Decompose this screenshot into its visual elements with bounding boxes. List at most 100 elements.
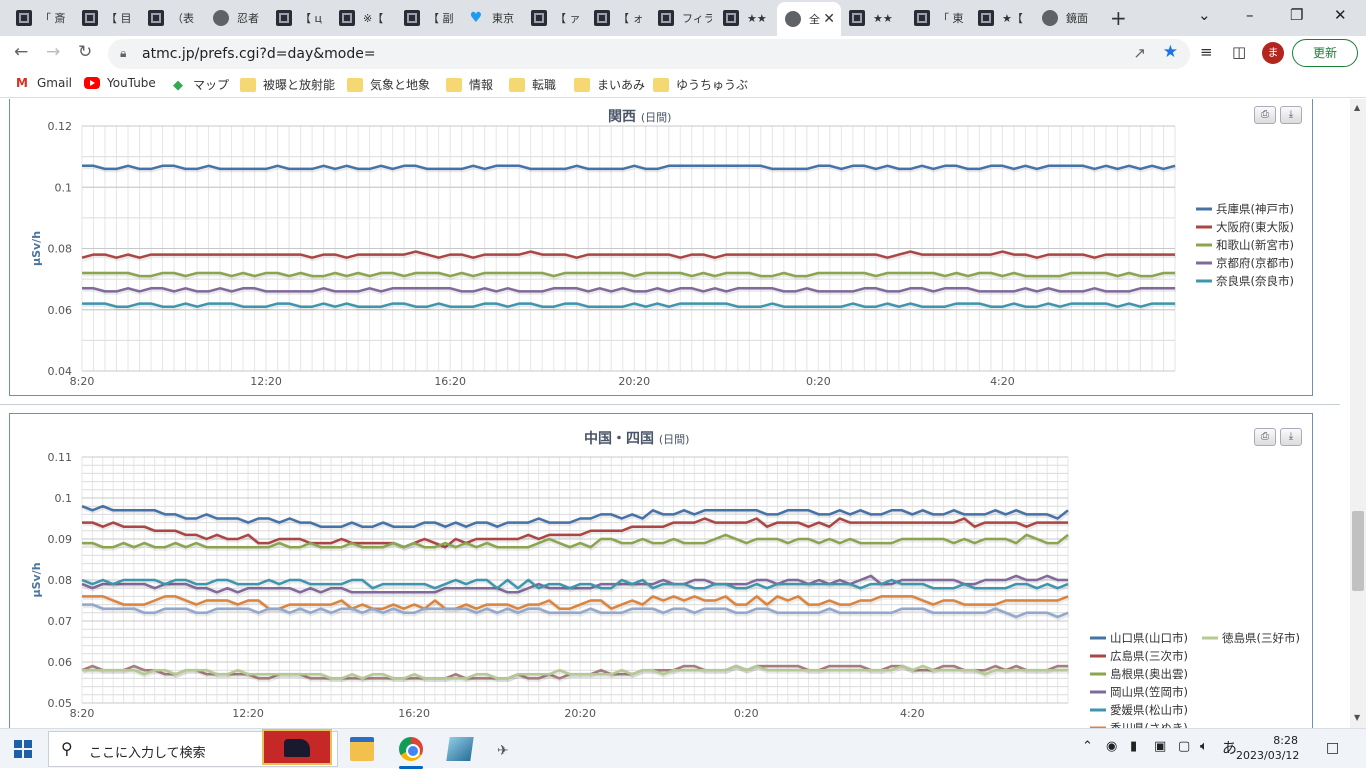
app-favicon-icon xyxy=(978,10,994,26)
legend-item[interactable]: 徳島県(三好市) xyxy=(1222,631,1300,645)
side-panel-icon[interactable]: ◫ xyxy=(1232,43,1246,61)
bookmark-item[interactable]: 被曝と放射能 xyxy=(240,76,335,93)
update-button[interactable]: 更新 xyxy=(1292,39,1358,67)
browser-tab[interactable]: 【 ァ xyxy=(523,4,585,32)
legend-item[interactable]: 奈良県(奈良市) xyxy=(1216,274,1294,288)
battery-icon[interactable]: ▮ xyxy=(1130,739,1137,754)
app-favicon-icon xyxy=(531,10,547,26)
bookmark-item[interactable]: 気象と地象 xyxy=(347,76,430,93)
y-tick-label: 0.11 xyxy=(48,451,73,464)
forward-arrow-icon[interactable]: → xyxy=(46,42,60,62)
scroll-down-arrow-icon[interactable]: ▼ xyxy=(1354,713,1360,722)
piano-app-icon[interactable] xyxy=(262,729,332,765)
show-hidden-icons-chevron-icon[interactable]: ⌃ xyxy=(1082,739,1093,754)
network-icon[interactable]: ▣ xyxy=(1154,739,1166,754)
browser-tab[interactable]: フィラ xyxy=(650,4,712,32)
bookmark-item[interactable]: 情報 xyxy=(446,76,493,93)
browser-tab[interactable]: 【 ォ xyxy=(586,4,648,32)
bookmark-label: Gmail xyxy=(37,76,73,90)
browser-tab[interactable]: 【 ц xyxy=(268,4,330,32)
browser-tab-label: 東京 xyxy=(492,12,514,25)
bookmark-item[interactable]: まいあみ xyxy=(574,76,645,93)
taskbar-clock[interactable]: 8:28 2023/03/12 xyxy=(1236,733,1299,763)
address-bar[interactable]: 🔒︎ atmc.jp/prefs.cgi?d=day&mode= ↗ ★ xyxy=(108,39,1190,69)
x-tick-label: 12:20 xyxy=(250,375,282,388)
app-favicon-icon xyxy=(404,10,420,26)
series-line[interactable] xyxy=(82,164,1176,171)
meet-now-icon[interactable]: ◉ xyxy=(1106,739,1117,754)
bookmark-label: まいあみ xyxy=(597,78,646,92)
scrollbar-thumb[interactable] xyxy=(1352,511,1364,591)
legend-item[interactable]: 山口県(山口市) xyxy=(1110,631,1188,645)
y-tick-label: 0.05 xyxy=(48,697,73,710)
url-text[interactable]: atmc.jp/prefs.cgi?d=day&mode= xyxy=(142,46,376,62)
bookmark-label: YouTube xyxy=(107,76,156,90)
close-window-icon[interactable]: ✕ xyxy=(1334,6,1347,24)
x-tick-label: 4:20 xyxy=(990,375,1015,388)
browser-tab[interactable]: （表 xyxy=(140,4,202,32)
app-favicon-icon xyxy=(339,10,355,26)
browser-tab[interactable]: ★【 xyxy=(970,4,1032,32)
bookmark-item[interactable]: 転職 xyxy=(509,76,556,93)
app-favicon-icon xyxy=(148,10,164,26)
legend-item[interactable]: 広島県(三次市) xyxy=(1110,649,1188,663)
airplane-app-icon[interactable]: ✈ xyxy=(497,743,527,767)
notebook-app-icon[interactable] xyxy=(446,737,474,761)
close-tab-icon[interactable]: ✕ xyxy=(823,11,835,27)
back-arrow-icon[interactable]: ← xyxy=(14,42,28,62)
reading-list-icon[interactable]: ≡ xyxy=(1200,43,1213,61)
volume-icon[interactable]: 🔈︎ xyxy=(1200,739,1208,754)
panel-divider xyxy=(0,404,1340,405)
bookmark-item[interactable]: ◆ マップ xyxy=(170,76,229,93)
file-explorer-icon[interactable] xyxy=(350,737,374,761)
windows-start-icon[interactable] xyxy=(14,740,32,758)
browser-tab[interactable]: ★★ xyxy=(715,4,777,32)
share-icon[interactable]: ↗ xyxy=(1133,44,1146,62)
y-tick-label: 0.06 xyxy=(48,304,73,317)
ime-mode-indicator[interactable]: あ xyxy=(1222,737,1237,758)
profile-avatar[interactable]: ま xyxy=(1262,42,1284,64)
browser-tab[interactable]: ※【 xyxy=(331,4,393,32)
browser-tab[interactable]: 「 斎 xyxy=(8,4,70,32)
bookmark-star-icon[interactable]: ★ xyxy=(1163,42,1178,62)
legend-item[interactable]: 和歌山(新宮市) xyxy=(1216,238,1294,252)
legend-item[interactable]: 島根県(奥出雲) xyxy=(1110,667,1188,681)
browser-tab-label: 全 xyxy=(809,13,820,26)
chrome-icon[interactable] xyxy=(399,737,423,761)
scroll-up-arrow-icon[interactable]: ▲ xyxy=(1354,103,1360,112)
browser-tab-label: （表 xyxy=(172,12,194,25)
lock-icon[interactable]: 🔒︎ xyxy=(120,46,126,61)
bookmark-item[interactable]: M Gmail xyxy=(14,76,72,90)
app-favicon-icon xyxy=(276,10,292,26)
new-tab-plus-icon[interactable]: + xyxy=(1110,6,1127,30)
minimize-icon[interactable]: – xyxy=(1246,6,1254,24)
browser-tab[interactable]: 【 副 xyxy=(396,4,458,32)
app-favicon-icon xyxy=(658,10,674,26)
browser-tab[interactable]: 全 ✕ xyxy=(777,2,841,36)
legend-item[interactable]: 京都府(京都市) xyxy=(1216,256,1294,270)
chevron-down-icon[interactable]: ⌄ xyxy=(1198,6,1211,24)
x-tick-label: 8:20 xyxy=(70,375,95,388)
browser-tab[interactable]: 【 目 xyxy=(74,4,136,32)
legend-item[interactable]: 岡山県(笠岡市) xyxy=(1110,685,1188,699)
x-tick-label: 12:20 xyxy=(232,707,264,720)
legend-item[interactable]: 愛媛県(松山市) xyxy=(1110,703,1188,717)
reload-icon[interactable]: ↻ xyxy=(78,42,92,62)
bookmark-item[interactable]: ゆうちゅうぶ xyxy=(653,76,748,93)
tab-strip: 「 斎【 目（表 忍者【 ц ※【【 副 ♥ 東京【 ァ【 ォフィラ ★★ 全 ✕ ★★ 「 東 ★… xyxy=(0,0,1366,36)
x-tick-label: 0:20 xyxy=(734,707,759,720)
maximize-icon[interactable]: ❐ xyxy=(1290,6,1303,24)
browser-tab[interactable]: ♥ 東京 xyxy=(460,4,522,32)
notification-center-icon[interactable]: □ xyxy=(1326,740,1339,756)
browser-tab[interactable]: 「 東 xyxy=(906,4,968,32)
bookmark-item[interactable]: YouTube xyxy=(84,76,156,90)
legend-item[interactable]: 兵庫県(神戸市) xyxy=(1216,202,1294,216)
globe-favicon-icon xyxy=(785,11,801,27)
display-icon[interactable]: ▢ xyxy=(1178,739,1190,754)
browser-tab[interactable]: 忍者 xyxy=(205,4,267,32)
browser-tab[interactable]: ★★ xyxy=(841,4,903,32)
legend-item[interactable]: 大阪府(東大阪) xyxy=(1216,220,1294,234)
folder-icon xyxy=(653,77,669,92)
vertical-scrollbar[interactable]: ▲ ▼ xyxy=(1350,99,1366,729)
browser-tab[interactable]: 鏡面 xyxy=(1034,4,1096,32)
